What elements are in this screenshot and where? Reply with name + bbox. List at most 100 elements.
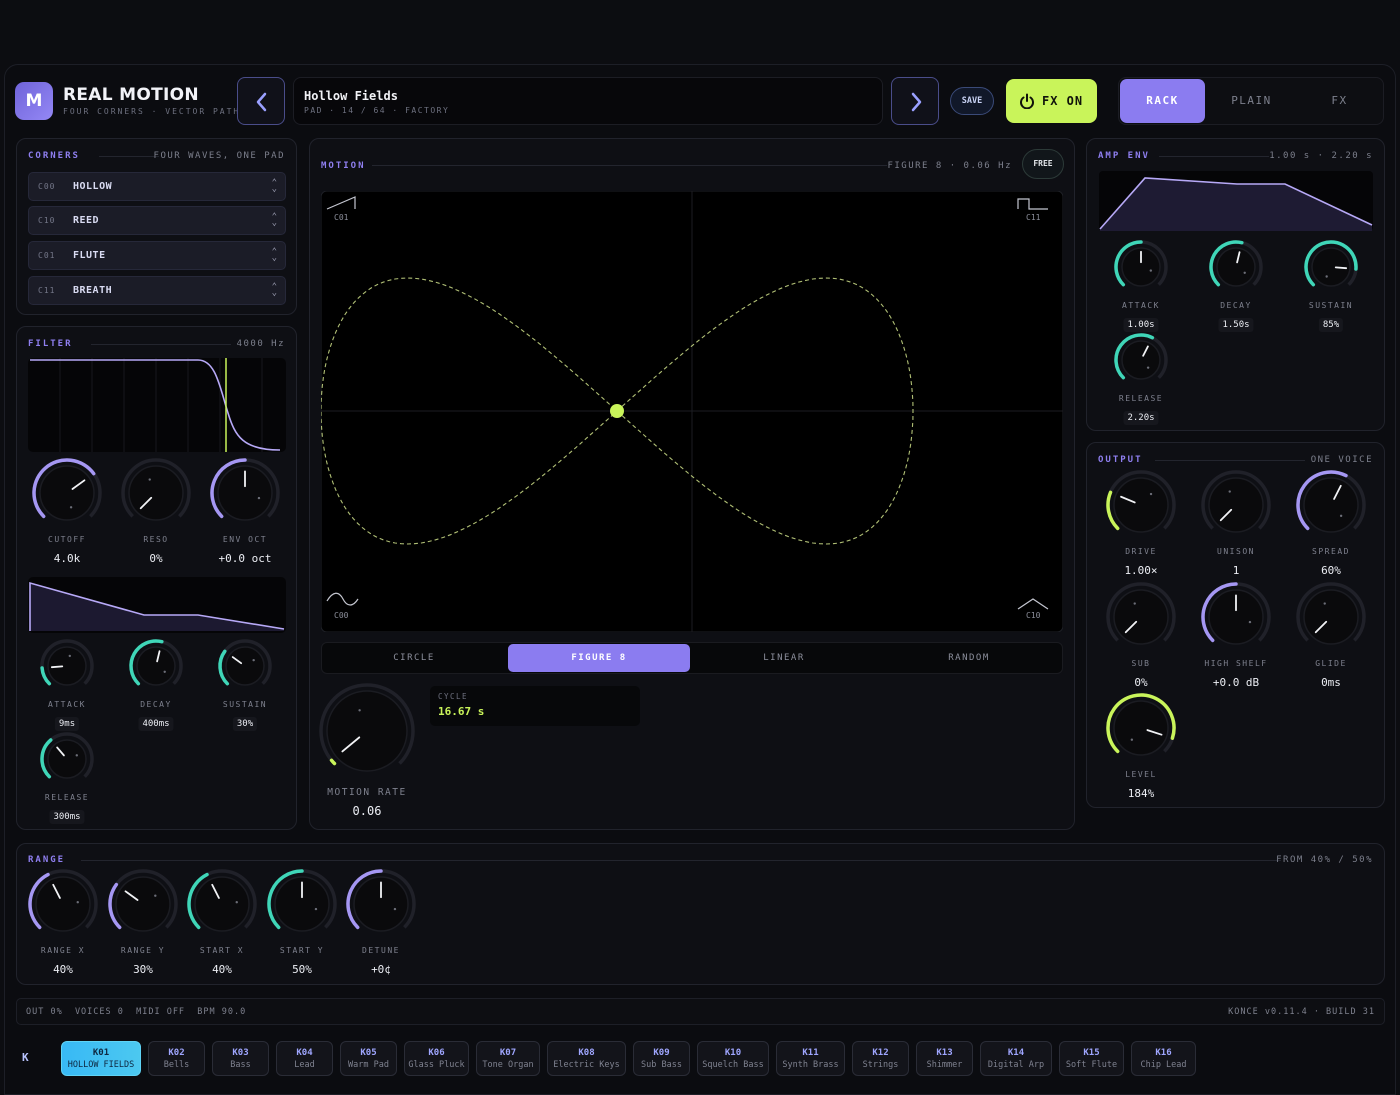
save-button[interactable]: SAVE bbox=[950, 87, 994, 115]
filter-decay-knob[interactable] bbox=[125, 635, 187, 697]
filter-env-oct-knob[interactable] bbox=[206, 454, 284, 532]
output-glide-knob[interactable] bbox=[1292, 578, 1370, 656]
preset-slot-k09[interactable]: K09 Sub Bass bbox=[633, 1041, 690, 1076]
range-title: RANGE bbox=[28, 855, 66, 865]
prev-preset-button[interactable] bbox=[237, 77, 285, 125]
app-subtitle: FOUR CORNERS · VECTOR PATH bbox=[63, 107, 241, 116]
filter-cutoff-value: 4.0k bbox=[53, 552, 81, 565]
filter-sustain-label: SUSTAIN bbox=[222, 700, 268, 709]
amp-env-decay-knob[interactable] bbox=[1205, 236, 1267, 298]
corner-select-c01[interactable]: C01 FLUTE ⌃ ⌄ bbox=[28, 241, 286, 270]
corner-label-c10: C10 bbox=[1026, 611, 1041, 620]
preset-slot-number: K05 bbox=[360, 1048, 377, 1058]
preset-slot-name: Synth Brass bbox=[782, 1060, 839, 1070]
range-range-y-knob[interactable] bbox=[104, 865, 182, 943]
preset-slot-k05[interactable]: K05 Warm Pad bbox=[340, 1041, 397, 1076]
preset-slot-k06[interactable]: K06 Glass Pluck bbox=[404, 1041, 469, 1076]
output-drive-label: DRIVE bbox=[1125, 547, 1157, 556]
tab-figure-8[interactable]: FIGURE 8 bbox=[508, 644, 690, 672]
preset-slot-number: K08 bbox=[578, 1048, 595, 1058]
motion-meta: FIGURE 8 · 0.06 Hz bbox=[887, 161, 1012, 171]
corner-select-c10[interactable]: C10 REED ⌃ ⌄ bbox=[28, 206, 286, 235]
range-start-x-knob[interactable] bbox=[183, 865, 261, 943]
free-sync-button[interactable]: FREE bbox=[1022, 149, 1064, 179]
filter-reso-knob[interactable] bbox=[117, 454, 195, 532]
motion-rate-label: MOTION RATE bbox=[327, 787, 407, 798]
output-glide-label: GLIDE bbox=[1315, 659, 1347, 668]
amp-env-decay-value: 1.50s bbox=[1218, 318, 1254, 332]
preset-slot-name: Sub Bass bbox=[641, 1060, 682, 1070]
motion-rate-knob[interactable] bbox=[315, 679, 419, 783]
preset-slot-k14[interactable]: K14 Digital Arp bbox=[980, 1041, 1052, 1076]
filter-release-value: 300ms bbox=[49, 810, 85, 824]
filter-sustain-knob[interactable] bbox=[214, 635, 276, 697]
view-tab-plain[interactable]: PLAIN bbox=[1209, 79, 1294, 123]
motion-title: MOTION bbox=[321, 161, 366, 171]
output-drive-knob[interactable] bbox=[1102, 466, 1180, 544]
output-unison-label: UNISON bbox=[1217, 547, 1255, 556]
amp-env-sustain-knob[interactable] bbox=[1300, 236, 1362, 298]
output-level-knob[interactable] bbox=[1102, 689, 1180, 767]
status-bar: OUT 0% VOICES 0 MIDI OFF BPM 90.0 KONCE … bbox=[16, 998, 1385, 1025]
fx-toggle-button[interactable]: FX ON bbox=[1006, 79, 1097, 123]
updown-icon: ⌃ ⌄ bbox=[271, 247, 277, 263]
filter-release-knob[interactable] bbox=[36, 728, 98, 790]
preset-slot-number: K03 bbox=[232, 1048, 249, 1058]
preset-slot-k10[interactable]: K10 Squelch Bass bbox=[697, 1041, 769, 1076]
tab-linear[interactable]: LINEAR bbox=[694, 644, 874, 672]
range-detune-knob[interactable] bbox=[342, 865, 420, 943]
preset-slot-k01[interactable]: K01 HOLLOW FIELDS bbox=[61, 1041, 141, 1076]
motion-xy-pad[interactable] bbox=[321, 191, 1063, 632]
filter-env-display bbox=[28, 577, 286, 633]
range-range-x-knob[interactable] bbox=[24, 865, 102, 943]
view-tab-fx[interactable]: FX bbox=[1297, 79, 1382, 123]
amp-env-display bbox=[1099, 171, 1373, 231]
filter-attack-knob[interactable] bbox=[36, 635, 98, 697]
amp-env-meta: 1.00 s · 2.20 s bbox=[1269, 151, 1373, 161]
filter-sustain-value: 30% bbox=[232, 717, 258, 731]
preset-slot-k13[interactable]: K13 Shimmer bbox=[916, 1041, 973, 1076]
corner-select-c00[interactable]: C00 HOLLOW ⌃ ⌄ bbox=[28, 172, 286, 201]
amp-env-attack-knob[interactable] bbox=[1110, 236, 1172, 298]
preset-slot-k16[interactable]: K16 Chip Lead bbox=[1131, 1041, 1196, 1076]
amp-env-release-value: 2.20s bbox=[1123, 411, 1159, 425]
amp-env-sustain-label: SUSTAIN bbox=[1308, 301, 1354, 310]
output-unison-knob[interactable] bbox=[1197, 466, 1275, 544]
preset-brand: K bbox=[22, 1051, 29, 1064]
range-start-y-value: 50% bbox=[292, 963, 312, 976]
preset-slot-number: K04 bbox=[296, 1048, 313, 1058]
tab-random[interactable]: RANDOM bbox=[878, 644, 1060, 672]
preset-slot-k03[interactable]: K03 Bass bbox=[212, 1041, 269, 1076]
preset-slot-k11[interactable]: K11 Synth Brass bbox=[776, 1041, 845, 1076]
corner-label-c01: C01 bbox=[334, 213, 349, 222]
preset-slot-k07[interactable]: K07 Tone Organ bbox=[476, 1041, 540, 1076]
output-high-shelf-knob[interactable] bbox=[1197, 578, 1275, 656]
output-spread-knob[interactable] bbox=[1292, 466, 1370, 544]
preset-slot-number: K06 bbox=[428, 1048, 445, 1058]
updown-icon: ⌃ ⌄ bbox=[271, 212, 277, 228]
view-tab-rack[interactable]: RACK bbox=[1120, 79, 1205, 123]
preset-slot-k15[interactable]: K15 Soft Flute bbox=[1059, 1041, 1124, 1076]
next-preset-button[interactable] bbox=[891, 77, 939, 125]
preset-slot-k04[interactable]: K04 Lead bbox=[276, 1041, 333, 1076]
preset-display[interactable]: Hollow Fields PAD · 14 / 64 · FACTORY bbox=[293, 77, 883, 125]
output-sub-knob[interactable] bbox=[1102, 578, 1180, 656]
output-spread-label: SPREAD bbox=[1312, 547, 1350, 556]
preset-slot-number: K01 bbox=[92, 1048, 110, 1058]
filter-cutoff-knob[interactable] bbox=[28, 454, 106, 532]
motion-rate-value: 0.06 bbox=[352, 804, 382, 818]
amp-env-attack-label: ATTACK bbox=[1122, 301, 1160, 310]
amp-env-release-knob[interactable] bbox=[1110, 329, 1172, 391]
corner-select-c11[interactable]: C11 BREATH ⌃ ⌄ bbox=[28, 276, 286, 305]
tab-circle[interactable]: CIRCLE bbox=[324, 644, 504, 672]
preset-slot-k02[interactable]: K02 Bells bbox=[148, 1041, 205, 1076]
filter-meta: 4000 Hz bbox=[236, 339, 285, 349]
range-start-y-knob[interactable] bbox=[263, 865, 341, 943]
corners-meta: FOUR WAVES, ONE PAD bbox=[153, 151, 285, 161]
filter-release-label: RELEASE bbox=[44, 793, 90, 802]
preset-slot-name: Squelch Bass bbox=[702, 1060, 764, 1070]
cycle-label: CYCLE bbox=[438, 692, 469, 701]
updown-icon: ⌃ ⌄ bbox=[271, 282, 277, 298]
preset-slot-k08[interactable]: K08 Electric Keys bbox=[547, 1041, 626, 1076]
preset-slot-k12[interactable]: K12 Strings bbox=[852, 1041, 909, 1076]
